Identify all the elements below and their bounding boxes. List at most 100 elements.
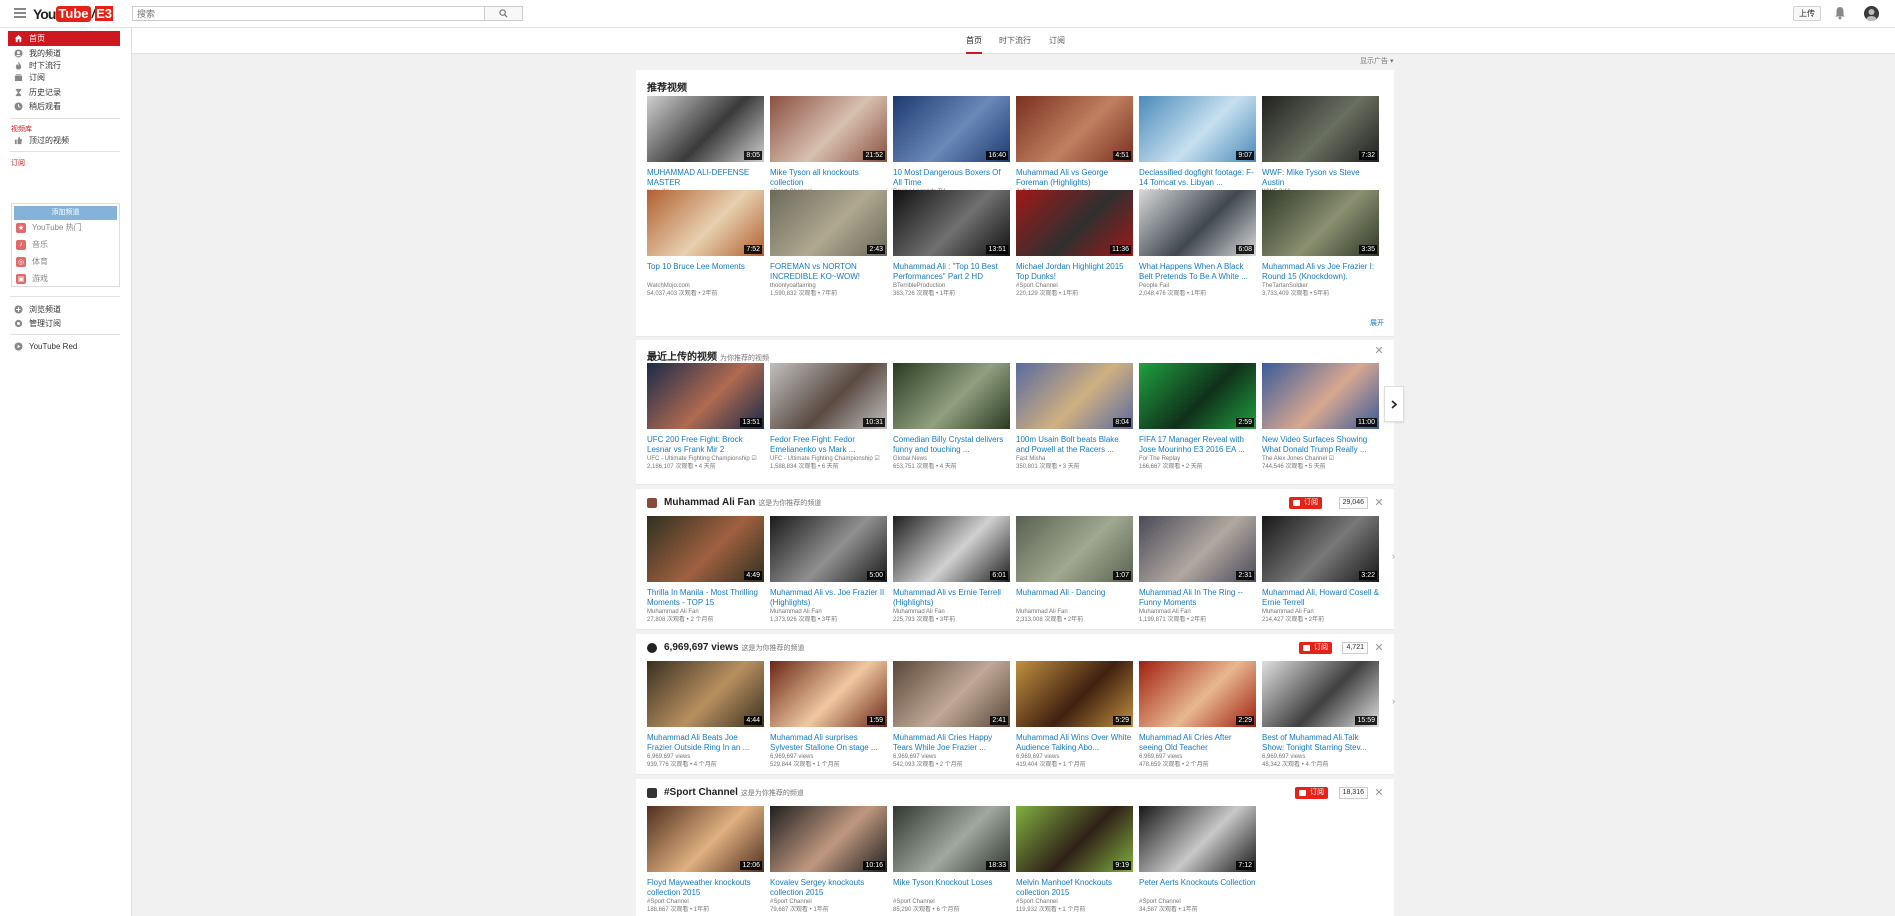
show-ads-toggle[interactable]: 显示广告 ▾: [1360, 56, 1393, 66]
video-thumbnail[interactable]: 11:36: [1016, 190, 1133, 256]
video-channel[interactable]: TheTartanSoldier: [1262, 282, 1379, 290]
video-thumbnail[interactable]: 11:00: [1262, 363, 1379, 429]
video-thumbnail[interactable]: 2:29: [1139, 661, 1256, 727]
video-channel[interactable]: #Sport Channel: [1139, 898, 1256, 906]
video-thumbnail[interactable]: 9:07: [1139, 96, 1256, 162]
video-channel[interactable]: 6,969,697 views: [647, 753, 764, 761]
video-channel[interactable]: UFC - Ultimate Fighting Championship ☑: [770, 455, 887, 463]
close-icon[interactable]: ✕: [1374, 346, 1384, 357]
video-card[interactable]: 9:19 Melvin Manhoef Knockouts collection …: [1016, 806, 1133, 914]
video-thumbnail[interactable]: 3:35: [1262, 190, 1379, 256]
guide-item-liked-videos[interactable]: 顶过的视频: [8, 133, 120, 148]
video-channel[interactable]: Global News: [893, 455, 1010, 463]
video-title[interactable]: FIFA 17 Manager Reveal with Jose Mourinh…: [1139, 435, 1256, 455]
video-title[interactable]: Michael Jordan Highlight 2015 Top Dunks!: [1016, 262, 1133, 282]
video-thumbnail[interactable]: 6:01: [893, 516, 1010, 582]
video-channel[interactable]: UFC - Ultimate Fighting Championship ☑: [647, 455, 764, 463]
video-title[interactable]: Muhammad Ali Beats Joe Frazier Outside R…: [647, 733, 764, 753]
video-title[interactable]: FOREMAN vs NORTON INCREDIBLE KO~WOW!: [770, 262, 887, 282]
video-card[interactable]: 9:07 Declassified dogfight footage: F-14 …: [1139, 96, 1256, 204]
video-card[interactable]: 8:05MUHAMMAD ALI-DEFENSE MASTERrainy day…: [647, 96, 764, 204]
video-thumbnail[interactable]: 10:16: [770, 806, 887, 872]
guide-menu-icon[interactable]: [14, 8, 26, 18]
video-title[interactable]: MUHAMMAD ALI-DEFENSE MASTER: [647, 168, 764, 188]
video-channel[interactable]: #Sport Channel: [647, 898, 764, 906]
video-thumbnail[interactable]: 4:51: [1016, 96, 1133, 162]
video-thumbnail[interactable]: 18:33: [893, 806, 1010, 872]
video-card[interactable]: 4:51 Muhammad Ali vs George Foreman (High…: [1016, 96, 1133, 204]
guide-subscriptions-heading[interactable]: 订阅: [11, 158, 25, 168]
video-thumbnail[interactable]: 16:40: [893, 96, 1010, 162]
video-title[interactable]: Muhammad Ali Cries After seeing Old Teac…: [1139, 733, 1256, 753]
video-channel[interactable]: Muhammad Ali Fan: [1262, 608, 1379, 616]
video-thumbnail[interactable]: 13:51: [647, 363, 764, 429]
close-icon[interactable]: ✕: [1374, 788, 1384, 799]
video-title[interactable]: Floyd Mayweather knockouts collection 20…: [647, 878, 764, 898]
guide-item-manage-subscriptions[interactable]: 管理订阅: [8, 316, 120, 331]
video-card[interactable]: 6:01 Muhammad Ali vs Ernie Terrell (Highl…: [893, 516, 1010, 624]
guide-item-home[interactable]: 首页: [8, 31, 120, 46]
video-card[interactable]: 4:44 Muhammad Ali Beats Joe Frazier Outsi…: [647, 661, 764, 769]
video-thumbnail[interactable]: 7:52: [647, 190, 764, 256]
guide-item-browse-channels[interactable]: 浏览频道: [8, 302, 120, 317]
video-card[interactable]: 16:40 10 Most Dangerous Boxers Of All Tim…: [893, 96, 1010, 204]
guide-item-subscriptions[interactable]: 订阅: [8, 70, 120, 85]
subscribe-button[interactable]: 订阅: [1289, 497, 1322, 509]
video-card[interactable]: 10:31 Fedor Free Fight: Fedor Emelianenko…: [770, 363, 887, 471]
tab-subscriptions[interactable]: 订阅: [1049, 35, 1065, 54]
shelf-title[interactable]: 推荐视频: [647, 79, 687, 94]
video-thumbnail[interactable]: 10:31: [770, 363, 887, 429]
video-channel[interactable]: 6,969,697 views: [893, 753, 1010, 761]
video-title[interactable]: Mike Tyson all knockouts collection: [770, 168, 887, 188]
video-channel[interactable]: #Sport Channel: [770, 898, 887, 906]
guide-item-watch-later[interactable]: 稍后观看: [8, 99, 120, 114]
video-card[interactable]: 5:29 Muhammad Ali Wins Over White Audienc…: [1016, 661, 1133, 769]
search-button[interactable]: [484, 6, 523, 21]
chevron-right-icon[interactable]: ›: [1392, 551, 1400, 563]
video-title[interactable]: Muhammad Ali Wins Over White Audience Ta…: [1016, 733, 1133, 753]
video-thumbnail[interactable]: 8:04: [1016, 363, 1133, 429]
next-arrow-button[interactable]: [1384, 386, 1404, 422]
video-thumbnail[interactable]: 7:12: [1139, 806, 1256, 872]
video-thumbnail[interactable]: 2:43: [770, 190, 887, 256]
channel-avatar[interactable]: [647, 643, 657, 653]
close-icon[interactable]: ✕: [1374, 643, 1384, 654]
video-card[interactable]: 15:59 Best of Muhammad Ali.Talk Show: Ton…: [1262, 661, 1379, 769]
video-title[interactable]: Muhammad Ali : "Top 10 Best Performances…: [893, 262, 1010, 282]
video-title[interactable]: Mike Tyson Knockout Loses: [893, 878, 1010, 898]
subscribe-button[interactable]: 订阅: [1299, 642, 1332, 654]
video-title[interactable]: 100m Usain Bolt beats Blake and Powell a…: [1016, 435, 1133, 455]
video-channel[interactable]: thoonlyoalfairring: [770, 282, 887, 290]
video-thumbnail[interactable]: 4:49: [647, 516, 764, 582]
video-title[interactable]: Muhammad Ali Cries Happy Tears While Joe…: [893, 733, 1010, 753]
account-avatar[interactable]: [1864, 6, 1879, 21]
video-card[interactable]: 11:36 Michael Jordan Highlight 2015 Top D…: [1016, 190, 1133, 298]
video-title[interactable]: Thrilla In Manila - Most Thrilling Momen…: [647, 588, 764, 608]
video-card[interactable]: 2:59 FIFA 17 Manager Reveal with Jose Mou…: [1139, 363, 1256, 471]
video-card[interactable]: 7:32WWF: Mike Tyson vs Steve AustinWWE 3…: [1262, 96, 1379, 204]
video-title[interactable]: Melvin Manhoef Knockouts collection 2015: [1016, 878, 1133, 898]
tab-home[interactable]: 首页: [966, 35, 982, 54]
video-channel[interactable]: Muhammad Ali Fan: [893, 608, 1010, 616]
video-thumbnail[interactable]: [893, 363, 1010, 429]
video-card[interactable]: 21:52 Mike Tyson all knockouts collection…: [770, 96, 887, 204]
youtube-logo[interactable]: You Tube /E3: [33, 5, 114, 22]
tab-trending[interactable]: 时下流行: [999, 35, 1031, 54]
video-channel[interactable]: Muhammad Ali Fan: [1016, 608, 1133, 616]
video-title[interactable]: Muhammad Ali In The Ring -- Funny Moment…: [1139, 588, 1256, 608]
video-title[interactable]: Declassified dogfight footage: F-14 Tomc…: [1139, 168, 1256, 188]
video-title[interactable]: Muhammad Ali - Dancing: [1016, 588, 1133, 608]
video-title[interactable]: Muhammad Ali surprises Sylvester Stallon…: [770, 733, 887, 753]
video-title[interactable]: Peter Aerts Knockouts Collection: [1139, 878, 1256, 898]
video-card[interactable]: 2:43 FOREMAN vs NORTON INCREDIBLE KO~WOW!…: [770, 190, 887, 298]
video-title[interactable]: Comedian Billy Crystal delivers funny an…: [893, 435, 1010, 455]
video-card[interactable]: 13:51 Muhammad Ali : "Top 10 Best Perform…: [893, 190, 1010, 298]
video-channel[interactable]: #Sport Channel: [1016, 282, 1133, 290]
video-channel[interactable]: #Sport Channel: [893, 898, 1010, 906]
video-channel[interactable]: Muhammad Ali Fan: [647, 608, 764, 616]
video-card[interactable]: 4:49 Thrilla In Manila - Most Thrilling M…: [647, 516, 764, 624]
search-input[interactable]: [132, 6, 484, 21]
video-title[interactable]: Top 10 Bruce Lee Moments: [647, 262, 764, 282]
notifications-bell-icon[interactable]: [1834, 6, 1848, 21]
video-channel[interactable]: For The Replay: [1139, 455, 1256, 463]
